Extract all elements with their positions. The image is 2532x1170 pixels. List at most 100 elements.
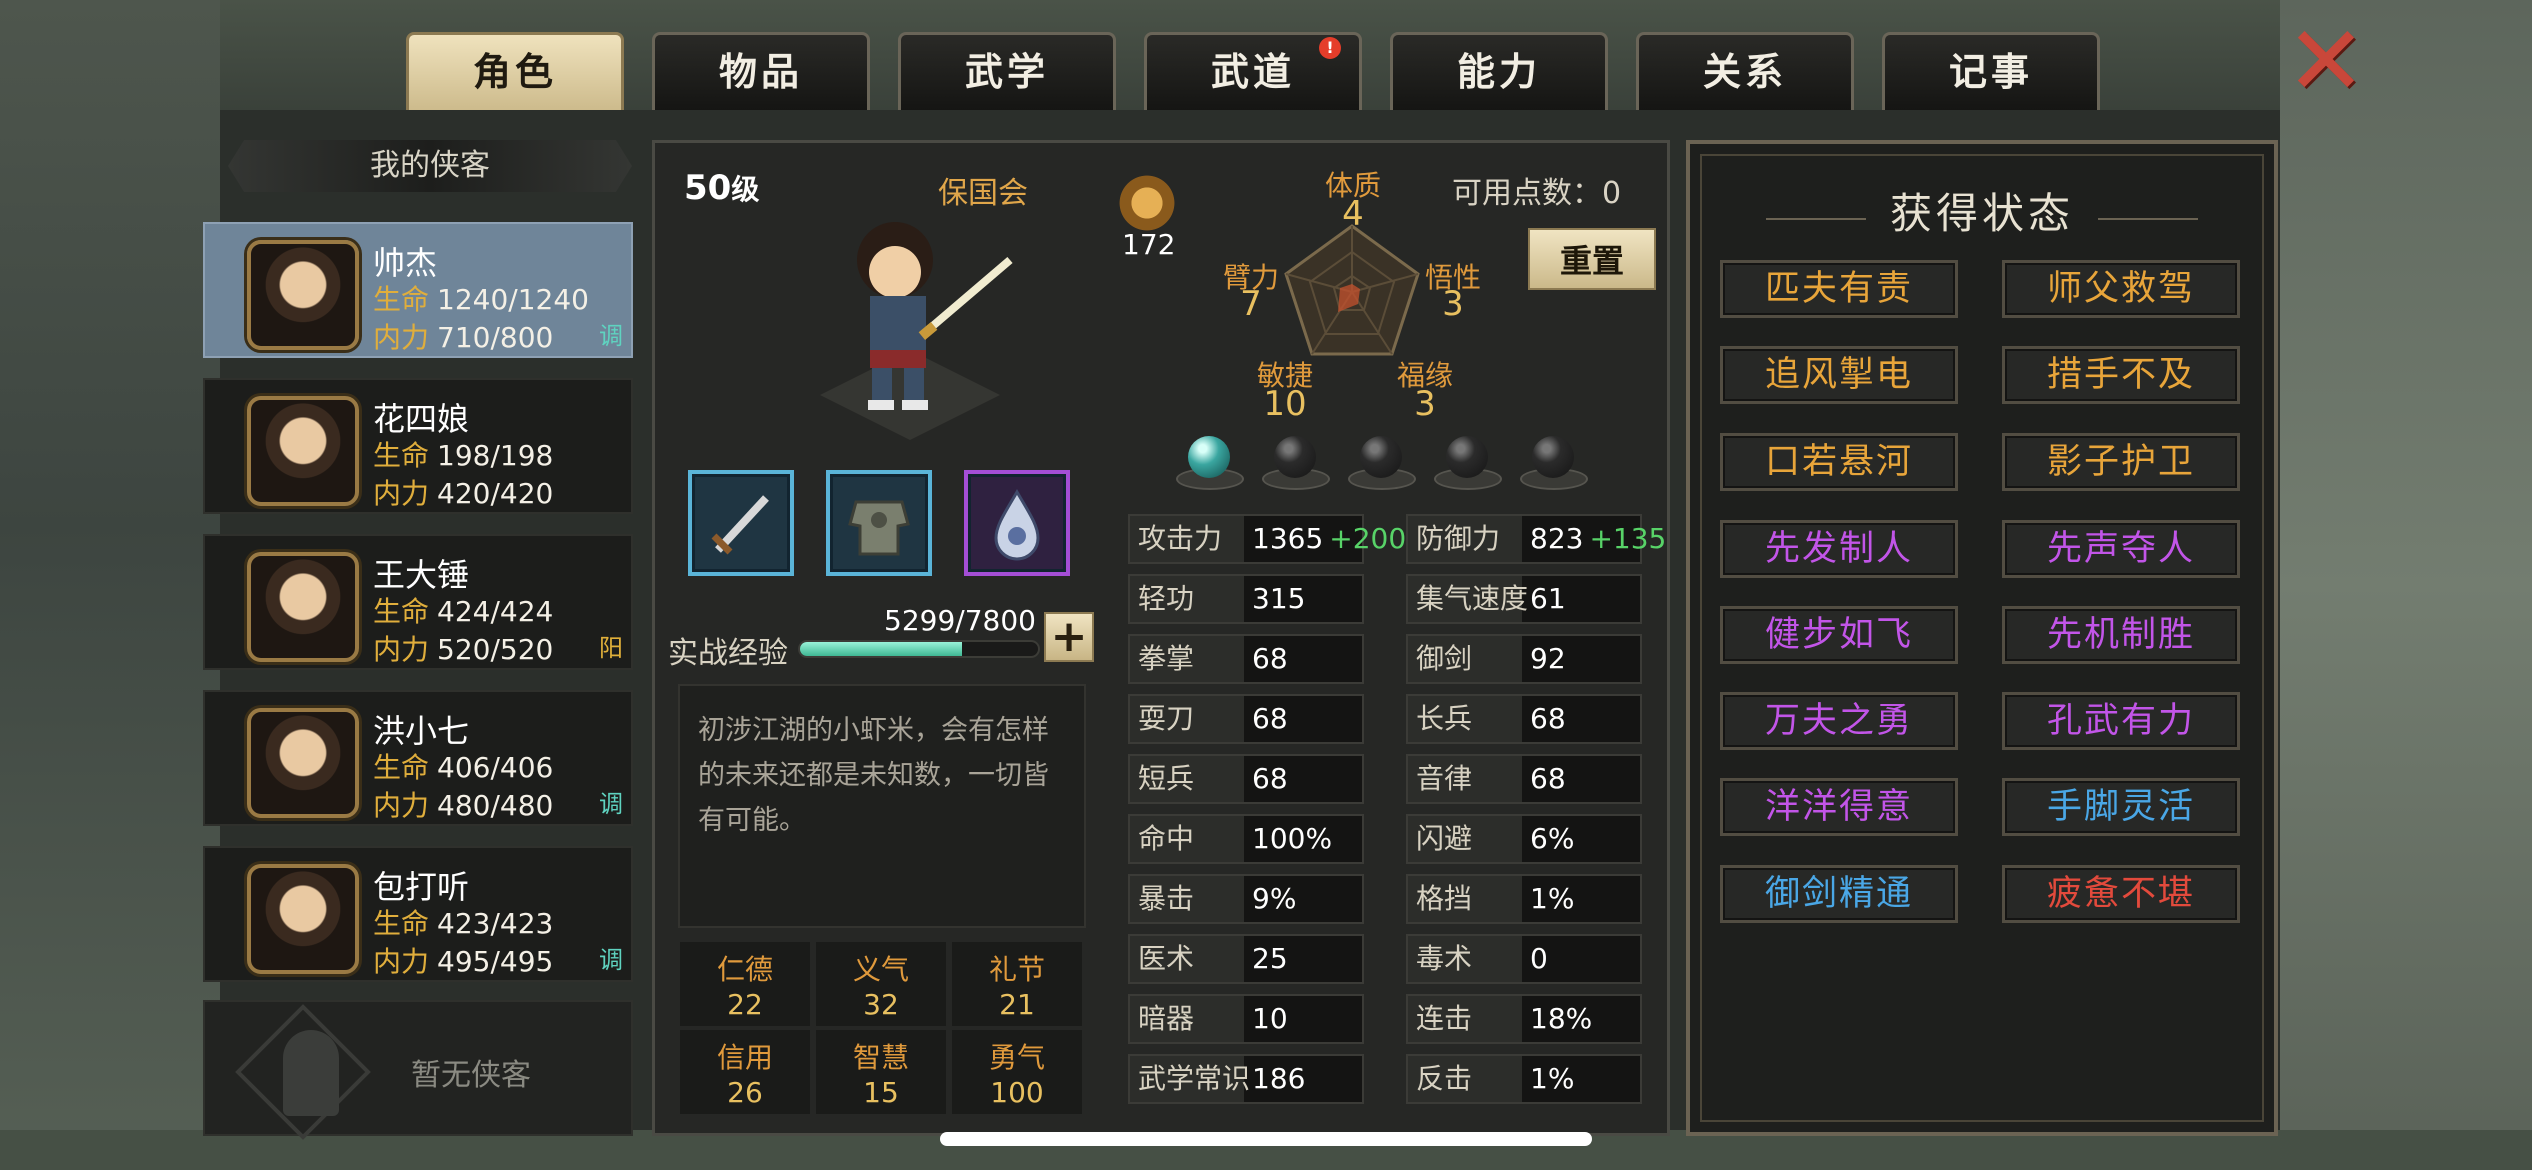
sword-count: 172: [1122, 228, 1176, 261]
hero-card-wangdachui[interactable]: 王大锤 生命 424/424 内力 520/520 阳: [203, 534, 633, 670]
tab-relations[interactable]: 关系: [1636, 32, 1854, 110]
stat-medicine: 医术 25: [1128, 934, 1364, 984]
reset-button[interactable]: 重置: [1528, 228, 1656, 290]
status-item[interactable]: 师父救驾: [2002, 260, 2240, 318]
sword-emblem-icon: [1116, 172, 1178, 234]
close-x-icon[interactable]: ✕: [2280, 13, 2372, 109]
stat-attack: 攻击力 1365 +200: [1128, 514, 1406, 564]
accessory-slot[interactable]: [964, 470, 1070, 576]
hero-hp: 生命 423/423: [373, 907, 554, 940]
hero-hp: 生命 406/406: [373, 751, 554, 784]
tab-journal[interactable]: 记事: [1882, 32, 2100, 110]
virtue-yongqi: 勇气 100: [952, 1030, 1082, 1114]
accessory-icon: [994, 489, 1040, 561]
status-item[interactable]: 影子护卫: [2002, 433, 2240, 491]
stat-defense: 防御力 823 +135: [1406, 514, 1666, 564]
status-item[interactable]: 追风掣电: [1720, 346, 1958, 404]
stat-combo: 连击 18%: [1406, 994, 1642, 1044]
attr-fuyuan-value: 3: [1414, 384, 1436, 424]
weapon-slot[interactable]: [688, 470, 794, 576]
empty-hero-slot: 暂无侠客: [203, 1000, 633, 1140]
combat-exp-value: 5299/7800: [884, 604, 1036, 637]
hero-card-huasiniang[interactable]: 花四娘 生命 198/198 内力 420/420: [203, 378, 633, 514]
stat-changbing: 长兵 68: [1406, 694, 1642, 744]
hero-tag: 调: [599, 322, 623, 350]
status-item[interactable]: 健步如飞: [1720, 606, 1958, 664]
stat-quanzhang: 拳掌 68: [1128, 634, 1364, 684]
gem-slot-empty-icon[interactable]: [1346, 432, 1418, 496]
character-level: 50级: [684, 168, 760, 208]
stat-block: 格挡 1%: [1406, 874, 1642, 924]
stat-martial-knowledge: 武学常识 186: [1128, 1054, 1364, 1104]
stat-yujian: 御剑 92: [1406, 634, 1642, 684]
tab-abilities[interactable]: 能力: [1390, 32, 1608, 110]
stat-dodge: 闪避 6%: [1406, 814, 1642, 864]
armor-icon: [848, 500, 910, 556]
stat-charge-speed: 集气速度 61: [1406, 574, 1642, 624]
background-right: [2280, 0, 2532, 1170]
stat-shuadao: 耍刀 68: [1128, 694, 1364, 744]
hero-list-title: 我的侠客: [228, 140, 632, 192]
tab-label: 角色: [472, 50, 557, 94]
hero-avatar: [247, 552, 359, 662]
virtue-yiqi: 义气 32: [816, 942, 946, 1026]
status-item[interactable]: 措手不及: [2002, 346, 2240, 404]
combat-exp-label: 实战经验: [668, 636, 788, 671]
notification-badge: !: [1319, 37, 1341, 59]
virtue-rende: 仁德 22: [680, 942, 810, 1026]
stat-hit: 命中 100%: [1128, 814, 1364, 864]
hero-card-hongxiaoqi[interactable]: 洪小七 生命 406/406 内力 480/480 调: [203, 690, 633, 826]
status-item[interactable]: 先声夺人: [2002, 520, 2240, 578]
stat-poison: 毒术 0: [1406, 934, 1642, 984]
tab-martial-arts[interactable]: 武学: [898, 32, 1116, 110]
status-item[interactable]: 疲惫不堪: [2002, 865, 2240, 923]
hero-mp: 内力 710/800: [373, 321, 554, 354]
tab-label: 能力: [1456, 50, 1541, 94]
sword-icon: [711, 495, 769, 555]
hero-hp: 生命 1240/1240: [373, 283, 589, 316]
hero-mp: 内力 495/495: [373, 945, 554, 978]
stat-music: 音律 68: [1406, 754, 1642, 804]
armor-slot[interactable]: [826, 470, 932, 576]
attr-minjie-value: 10: [1263, 384, 1307, 424]
silhouette-icon: [283, 1030, 339, 1116]
character-sprite: [820, 222, 1013, 440]
hero-tag: 调: [599, 946, 623, 974]
tab-label: 关系: [1702, 50, 1787, 94]
stat-counter: 反击 1%: [1406, 1054, 1642, 1104]
gem-slot-empty-icon[interactable]: [1260, 432, 1332, 496]
hero-hp: 生命 424/424: [373, 595, 554, 628]
status-item[interactable]: 御剑精通: [1720, 865, 1958, 923]
status-item[interactable]: 先发制人: [1720, 520, 1958, 578]
hero-mp: 内力 480/480: [373, 789, 554, 822]
hero-card-baodating[interactable]: 包打听 生命 423/423 内力 495/495 调: [203, 846, 633, 982]
virtue-zhihui: 智慧 15: [816, 1030, 946, 1114]
attribute-radar: [1284, 224, 1420, 356]
status-panel-title: 获得状态: [1889, 189, 2074, 238]
tab-wudao[interactable]: 武道!: [1144, 32, 1362, 110]
status-item[interactable]: 口若悬河: [1720, 433, 1958, 491]
status-item[interactable]: 匹夫有责: [1720, 260, 1958, 318]
hero-card-shuaijie[interactable]: 帅杰 生命 1240/1240 内力 710/800 调: [203, 222, 633, 358]
hero-hp: 生命 198/198: [373, 439, 554, 472]
status-item[interactable]: 洋洋得意: [1720, 778, 1958, 836]
status-item[interactable]: 万夫之勇: [1720, 692, 1958, 750]
gem-slot-empty-icon[interactable]: [1432, 432, 1504, 496]
combat-exp-bar: [798, 640, 1040, 658]
status-item[interactable]: 手脚灵活: [2002, 778, 2240, 836]
hero-avatar: [247, 708, 359, 818]
tab-label: 武道: [1210, 50, 1295, 94]
home-indicator[interactable]: [940, 1132, 1592, 1146]
add-exp-button[interactable]: +: [1044, 612, 1094, 662]
tab-label: 记事: [1948, 50, 2033, 94]
tab-character[interactable]: 角色: [406, 32, 624, 110]
status-item[interactable]: 孔武有力: [2002, 692, 2240, 750]
tab-label: 物品: [718, 50, 803, 94]
hero-mp: 内力 420/420: [373, 477, 554, 510]
hero-avatar: [247, 396, 359, 506]
tab-items[interactable]: 物品: [652, 32, 870, 110]
gem-slot-teal-icon[interactable]: [1174, 432, 1246, 496]
empty-slot-label: 暂无侠客: [411, 1058, 531, 1093]
status-item[interactable]: 先机制胜: [2002, 606, 2240, 664]
gem-slot-empty-icon[interactable]: [1518, 432, 1590, 496]
